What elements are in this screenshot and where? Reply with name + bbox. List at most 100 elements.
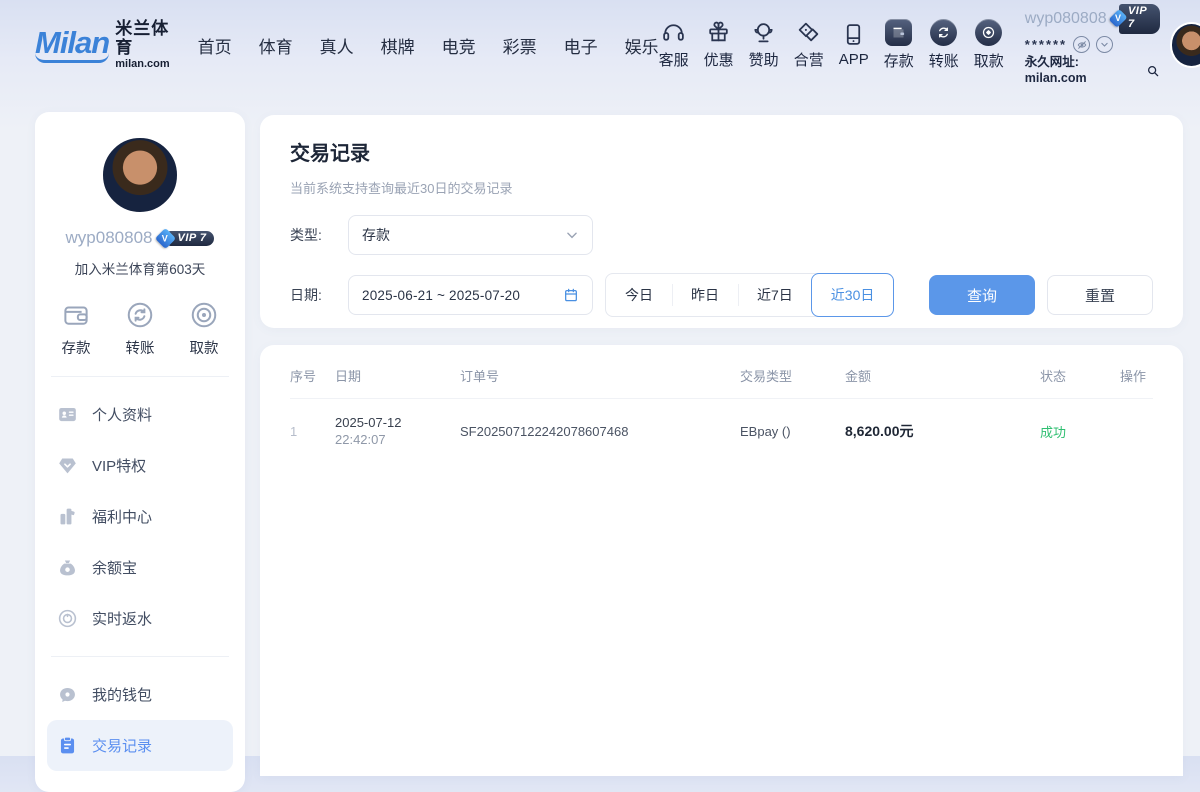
sidebar-menu: 个人资料 VIP特权 福利中心 余额宝 实时返水 [35, 383, 245, 771]
transactions-table: 序号 日期 订单号 交易类型 金额 状态 操作 1 2025-07-12 22:… [260, 345, 1183, 776]
preset-30days[interactable]: 近30日 [811, 273, 895, 317]
type-label: 类型: [290, 225, 348, 245]
withdraw-link[interactable]: 取款 [974, 19, 1004, 71]
type-select-value: 存款 [362, 225, 565, 245]
page-title: 交易记录 [290, 137, 1153, 166]
promo-link[interactable]: 优惠 [704, 20, 734, 70]
table-row: 1 2025-07-12 22:42:07 SF2025071222420786… [290, 399, 1153, 463]
vip-badge: V VIP 7 [1112, 4, 1160, 35]
sidebar-username: wyp080808 [66, 228, 153, 248]
nav-item-home[interactable]: 首页 [198, 33, 232, 58]
filter-panel: 交易记录 当前系统支持查询最近30日的交易记录 类型: 存款 日期: 2025-… [260, 115, 1183, 328]
preset-yesterday[interactable]: 昨日 [672, 274, 738, 316]
sidebar-item-vip[interactable]: VIP特权 [47, 440, 233, 491]
nav-item-slots[interactable]: 电子 [564, 33, 598, 58]
date-range-input[interactable]: 2025-06-21 ~ 2025-07-20 [348, 275, 593, 315]
username-text: wyp080808 [1025, 9, 1107, 29]
sidebar-item-label: 实时返水 [92, 608, 152, 629]
sidebar-item-benefits[interactable]: 福利中心 [47, 491, 233, 542]
cell-status: 成功 [1040, 422, 1120, 441]
cell-date: 2025-07-12 22:42:07 [335, 415, 460, 447]
chevron-down-icon [565, 228, 579, 242]
affiliate-link[interactable]: 合营 [794, 20, 824, 70]
col-order-no: 订单号 [460, 366, 740, 385]
rebate-icon [57, 608, 78, 629]
cell-index: 1 [290, 424, 335, 439]
wallet-icon [61, 300, 91, 330]
type-select[interactable]: 存款 [348, 215, 593, 255]
cell-order-no: SF202507122242078607468 [460, 424, 740, 439]
wallet2-icon [57, 684, 78, 705]
username-row[interactable]: wyp080808 V VIP 7 [1025, 4, 1160, 35]
page-subtitle: 当前系统支持查询最近30日的交易记录 [290, 178, 1153, 197]
phone-icon [841, 22, 866, 47]
nav-item-sports[interactable]: 体育 [259, 33, 293, 58]
type-filter-row: 类型: 存款 [290, 215, 1153, 255]
sidebar-item-yuebao[interactable]: 余额宝 [47, 542, 233, 593]
sidebar-item-label: 余额宝 [92, 557, 137, 578]
preset-today[interactable]: 今日 [606, 274, 672, 316]
logo-domain-text: milan.com [115, 58, 169, 70]
transfer-circle-icon [125, 300, 155, 330]
sponsor-link[interactable]: 赞助 [749, 20, 779, 70]
masked-balance: ****** [1025, 37, 1067, 53]
divider [51, 656, 229, 657]
money-bag-icon [57, 557, 78, 578]
sidebar-withdraw-action[interactable]: 取款 [189, 300, 219, 358]
nav-item-cards[interactable]: 棋牌 [381, 33, 415, 58]
date-range-value: 2025-06-21 ~ 2025-07-20 [362, 288, 563, 303]
withdraw-target-icon [189, 300, 219, 330]
sidebar-item-transactions[interactable]: 交易记录 [47, 720, 233, 771]
reset-button[interactable]: 重置 [1047, 275, 1153, 315]
transfer-icon [930, 19, 957, 46]
nav-item-lottery[interactable]: 彩票 [503, 33, 537, 58]
withdraw-icon [975, 19, 1002, 46]
col-action: 操作 [1120, 366, 1153, 385]
balance-row: ****** [1025, 36, 1160, 53]
avatar[interactable] [1170, 22, 1200, 68]
cell-type: EBpay () [740, 424, 845, 439]
sidebar-item-profile[interactable]: 个人资料 [47, 389, 233, 440]
permanent-url-text: 永久网址: milan.com [1025, 55, 1143, 86]
joined-days-text: 加入米兰体育第603天 [35, 258, 245, 278]
eye-off-icon[interactable] [1073, 36, 1090, 53]
sidebar-vip-badge: V VIP 7 [158, 231, 214, 246]
user-info: wyp080808 V VIP 7 ****** 永久网址: milan.com [1025, 4, 1160, 87]
nav-item-live[interactable]: 真人 [320, 33, 354, 58]
trophy-icon [751, 20, 776, 45]
clipboard-icon [57, 735, 78, 756]
nav-item-entertainment[interactable]: 娱乐 [625, 33, 659, 58]
magnifier-icon[interactable] [1146, 64, 1160, 78]
vip-diamond-icon [57, 455, 78, 476]
sidebar-quick-actions: 存款 转账 取款 [35, 300, 245, 358]
col-index: 序号 [290, 366, 335, 385]
divider [51, 376, 229, 377]
col-amount: 金额 [845, 366, 1040, 385]
profile-avatar[interactable] [101, 136, 179, 214]
deposit-link[interactable]: 存款 [884, 19, 914, 71]
permanent-url-row: 永久网址: milan.com [1025, 55, 1160, 86]
sidebar-item-label: 个人资料 [92, 404, 152, 425]
nav-item-esports[interactable]: 电竞 [442, 33, 476, 58]
deposit-wallet-icon [885, 19, 912, 46]
sidebar-item-rebate[interactable]: 实时返水 [47, 593, 233, 644]
transfer-link[interactable]: 转账 [929, 19, 959, 71]
main-nav: 首页 体育 真人 棋牌 电竞 彩票 电子 娱乐 [198, 33, 659, 58]
table-header-row: 序号 日期 订单号 交易类型 金额 状态 操作 [290, 353, 1153, 399]
sidebar-item-label: 我的钱包 [92, 684, 152, 705]
site-logo[interactable]: Milan 米兰体育 milan.com [35, 20, 170, 69]
sidebar-deposit-action[interactable]: 存款 [61, 300, 91, 358]
search-button[interactable]: 查询 [929, 275, 1035, 315]
sidebar-item-label: 福利中心 [92, 506, 152, 527]
sidebar-vip-level-text: VIP 7 [168, 231, 214, 246]
topbar: Milan 米兰体育 milan.com 首页 体育 真人 棋牌 电竞 彩票 电… [0, 0, 1200, 90]
preset-7days[interactable]: 近7日 [738, 274, 812, 316]
col-status: 状态 [1040, 366, 1120, 385]
chevron-down-icon[interactable] [1096, 36, 1113, 53]
app-link[interactable]: APP [839, 22, 869, 68]
service-link[interactable]: 客服 [659, 20, 689, 70]
sidebar-transfer-action[interactable]: 转账 [125, 300, 155, 358]
col-date: 日期 [335, 366, 460, 385]
col-type: 交易类型 [740, 366, 845, 385]
sidebar-item-wallet[interactable]: 我的钱包 [47, 669, 233, 720]
